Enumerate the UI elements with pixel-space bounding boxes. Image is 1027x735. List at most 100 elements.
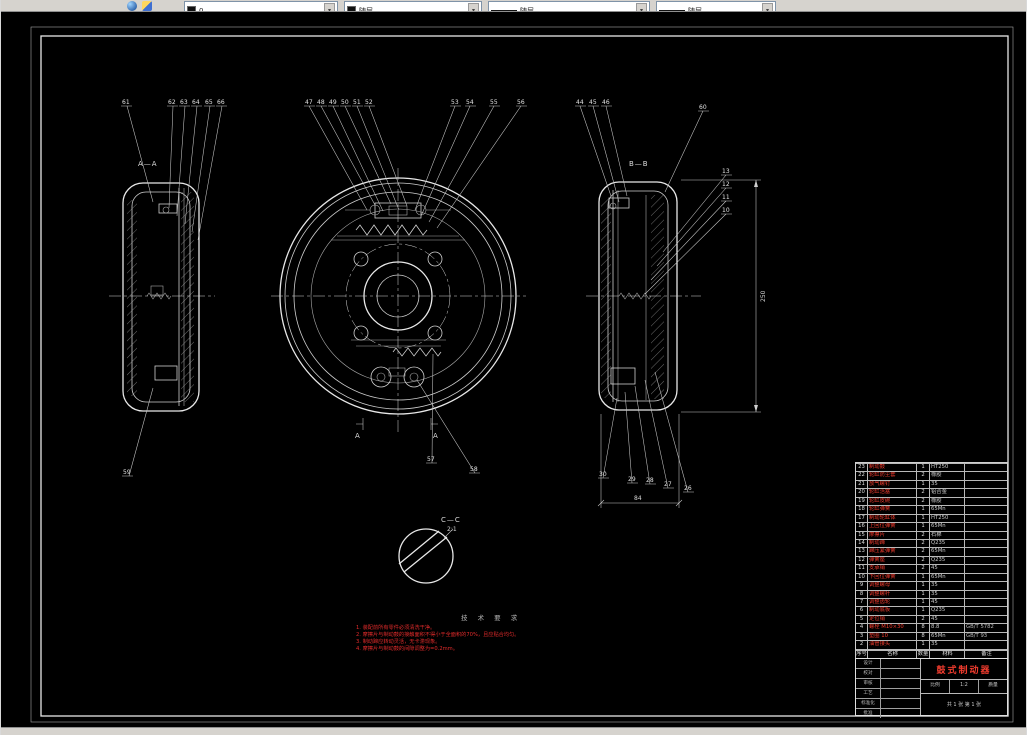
title-block-signatures: 设计 校对 审核 工艺 标准化 批准	[856, 659, 921, 718]
part-note	[965, 614, 1007, 623]
part-note	[965, 640, 1007, 648]
layer-combo[interactable]: 0 ▾	[184, 1, 338, 11]
globe-icon[interactable]	[127, 1, 137, 11]
part-note	[965, 555, 1007, 564]
part-material: 45	[930, 614, 965, 624]
part-material: 石棉	[930, 530, 965, 539]
part-qty: 1	[917, 479, 930, 489]
table-row: 17 制动轮缸体 1 HT250	[856, 513, 1007, 523]
tech-requirements-notes: 1. 装配前所有零件必须清洗干净。 2. 摩擦片与制动鼓的接触面积不得小于全面积…	[356, 625, 531, 653]
part-material: 铝合金	[930, 488, 965, 497]
part-qty: 1	[917, 589, 930, 598]
table-row: 7 调整齿轮 1 45	[856, 598, 1007, 607]
chevron-down-icon[interactable]: ▾	[468, 3, 479, 11]
part-qty: 2	[917, 564, 930, 573]
column-header: 名称	[868, 650, 917, 658]
sheet-count: 共 1 张 第 1 张	[946, 702, 982, 708]
signature-label: 标准化	[856, 699, 881, 708]
chevron-down-icon[interactable]: ▾	[636, 3, 647, 11]
part-material: 8.8	[930, 623, 965, 632]
part-seq: 16	[856, 522, 868, 531]
tech-requirements-heading: 技 术 要 求	[461, 614, 522, 622]
color-combo[interactable]: 随层 ▾	[344, 1, 482, 11]
part-seq: 12	[856, 555, 868, 565]
table-row: 13 蹄压紧弹簧 2 65Mn	[856, 547, 1007, 556]
callout-label: 27	[664, 481, 672, 488]
signature-label: 设计	[856, 659, 881, 668]
callout-label: 26	[684, 485, 692, 492]
part-name: 轮缸活塞	[868, 488, 917, 497]
part-seq: 23	[856, 463, 868, 472]
part-seq: 4	[856, 623, 868, 632]
callout-label: 59	[123, 469, 131, 476]
part-seq: 7	[856, 598, 868, 607]
table-row: 18 轮缸弹簧 1 65Mn	[856, 505, 1007, 514]
view-detail-section[interactable]: C—C 2:1	[398, 516, 461, 584]
chevron-down-icon[interactable]: ▾	[762, 3, 773, 11]
part-seq: 6	[856, 606, 868, 615]
part-qty: 1	[917, 606, 930, 615]
part-note	[965, 572, 1007, 581]
part-name: 支承销	[868, 564, 917, 573]
note-line: 4. 摩擦片与制动鼓的间隙调整为=0.2mm。	[356, 646, 458, 652]
chevron-down-icon[interactable]: ▾	[324, 3, 335, 11]
tool-icon[interactable]	[142, 1, 152, 11]
part-note	[965, 463, 1007, 471]
callout-label: 44	[576, 99, 584, 106]
table-row: 15 摩擦片 2 石棉	[856, 530, 1007, 539]
part-name: 制动轮缸体	[868, 513, 917, 523]
part-qty: 8	[917, 631, 930, 641]
section-arrow-label: A	[355, 432, 361, 440]
callout-label: 52	[365, 99, 373, 106]
callout-label: 46	[602, 99, 610, 106]
section-label: B—B	[629, 160, 649, 168]
part-name: 摩擦片	[868, 530, 917, 539]
callout-label: 48	[317, 99, 325, 106]
lineweight-combo[interactable]: 随层 ▾	[656, 1, 776, 11]
part-material: HT250	[930, 463, 965, 472]
part-qty: 1	[917, 581, 930, 590]
part-name: 定位销	[868, 614, 917, 624]
lineweight-sample-icon	[659, 9, 685, 11]
part-qty: 1	[917, 513, 930, 523]
part-seq: 11	[856, 564, 868, 573]
part-note	[965, 530, 1007, 539]
color-swatch-icon	[347, 6, 356, 11]
table-row: 3 垫圈 10 8 65Mn GB/T 93	[856, 631, 1007, 641]
part-note	[965, 606, 1007, 614]
part-name: 上回位弹簧	[868, 522, 917, 531]
part-seq: 20	[856, 488, 868, 497]
dimension-value: 250	[760, 290, 767, 302]
part-material: 65Mn	[930, 572, 965, 582]
part-name: 油管接头	[868, 640, 917, 649]
note-line: 2. 摩擦片与制动鼓的接触面积不得小于全面积的70%，且应贴合均匀。	[356, 632, 520, 638]
column-header: 备注	[965, 650, 1007, 658]
view-left-section[interactable]: A—A	[109, 160, 215, 412]
part-note	[965, 471, 1007, 479]
part-name: 制动底板	[868, 606, 917, 615]
parts-list-table: 23 制动鼓 1 HT250 22 轮缸防尘套 2 橡胶 21 放气螺钉 1 3…	[855, 462, 1008, 658]
part-name: 轮缸弹簧	[868, 505, 917, 514]
callout-label: 66	[217, 99, 225, 106]
part-material: 65Mn	[930, 522, 965, 531]
part-seq: 15	[856, 530, 868, 539]
callout-label: 61	[122, 99, 130, 106]
callout-label: 53	[451, 99, 459, 106]
callout-label: 49	[329, 99, 337, 106]
view-right-section[interactable]: B—B	[586, 160, 701, 411]
part-material: HT250	[930, 513, 965, 523]
callout-label: 57	[427, 456, 435, 463]
callout-label: 65	[205, 99, 213, 106]
table-row: 11 支承销 2 45	[856, 564, 1007, 573]
linetype-sample-icon	[491, 9, 517, 11]
callout-label: 58	[470, 466, 478, 473]
table-row: 19 轮缸皮碗 2 橡胶	[856, 496, 1007, 506]
signature-label: 工艺	[856, 689, 881, 698]
dimension-value: 84	[634, 495, 642, 502]
table-row: 12 弹簧座 2 Q235	[856, 555, 1007, 565]
part-name: 调整齿轮	[868, 598, 917, 607]
table-row: 23 制动鼓 1 HT250	[856, 463, 1007, 472]
table-row: 21 放气螺钉 1 35	[856, 479, 1007, 489]
part-name: 弹簧座	[868, 555, 917, 565]
linetype-combo[interactable]: 随层 ▾	[488, 1, 650, 11]
